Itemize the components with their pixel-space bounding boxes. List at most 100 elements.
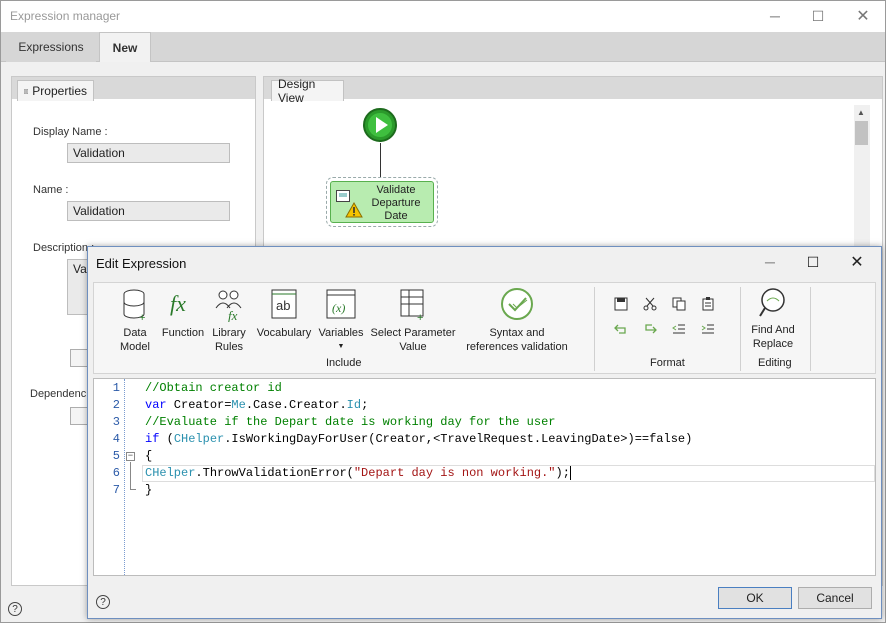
properties-icon — [24, 88, 29, 94]
line-number: 6 — [112, 466, 120, 480]
indent-icon[interactable] — [701, 323, 715, 335]
line-number: 4 — [112, 432, 120, 446]
task-icon — [336, 190, 350, 202]
function-button[interactable]: fx Function — [160, 288, 206, 340]
vocabulary-icon: ab — [271, 289, 297, 319]
ribbon-separator — [594, 287, 595, 371]
library-rules-icon: fx — [215, 290, 242, 322]
variables-dropdown-icon[interactable]: ▼ — [338, 340, 345, 354]
svg-text:(x): (x) — [332, 301, 345, 315]
line-number: 7 — [112, 483, 120, 497]
line-number: 2 — [112, 398, 120, 412]
start-event-icon[interactable] — [362, 107, 398, 143]
activity-label: Validate Departure Date — [371, 184, 421, 222]
code-line-2: var Creator=Me.Case.Creator.Id; — [145, 398, 369, 412]
dialog-minimize-icon[interactable]: ─ — [748, 247, 792, 277]
select-parameter-value-label: Select Parameter Value — [370, 327, 456, 353]
find-and-replace-button[interactable]: Find And Replace — [746, 287, 800, 351]
name-field[interactable]: Validation — [67, 201, 230, 221]
tab-properties[interactable]: Properties — [17, 80, 94, 101]
scrollbar-thumb[interactable] — [855, 121, 868, 145]
properties-tab-label: Properties — [32, 84, 87, 98]
minimize-icon[interactable]: ─ — [753, 1, 797, 31]
syntax-validation-label: Syntax and references validation — [466, 327, 568, 353]
outer-help-icon[interactable]: ? — [8, 602, 22, 616]
close-icon[interactable]: ✕ — [841, 1, 885, 31]
find-replace-icon — [759, 288, 785, 317]
outer-titlebar: Expression manager ─ ☐ ✕ — [1, 1, 885, 32]
cancel-button[interactable]: Cancel — [798, 587, 872, 609]
svg-text:fx: fx — [228, 308, 238, 322]
design-view-scrollbar[interactable]: ▲ — [854, 105, 870, 250]
data-model-button[interactable]: + Data Model — [115, 288, 155, 354]
ok-button[interactable]: OK — [718, 587, 792, 609]
fold-line — [130, 462, 131, 489]
syntax-validation-button[interactable]: Syntax and references validation — [462, 288, 572, 354]
svg-text:fx: fx — [170, 291, 186, 316]
name-label: Name : — [33, 184, 69, 196]
activity-validate-departure[interactable]: Validate Departure Date — [326, 177, 438, 227]
database-icon: + — [123, 289, 145, 322]
copy-icon[interactable] — [672, 297, 686, 311]
tab-new[interactable]: New — [99, 32, 151, 62]
format-group-label: Format — [650, 357, 685, 369]
maximize-icon[interactable]: ☐ — [796, 1, 840, 31]
gutter-guide — [124, 379, 125, 575]
dialog-maximize-icon[interactable]: ☐ — [791, 247, 835, 277]
variables-icon: (x) — [326, 289, 356, 319]
svg-text:+: + — [139, 312, 145, 322]
tab-design-view[interactable]: Design View — [271, 77, 344, 105]
library-rules-button[interactable]: fx Library Rules — [208, 288, 250, 354]
collapse-toggle-icon[interactable]: − — [126, 452, 135, 461]
fold-end — [130, 489, 136, 490]
svg-text:+: + — [417, 312, 423, 322]
description-label: Description : — [33, 242, 95, 254]
line-number: 3 — [112, 415, 120, 429]
dialog-title: Edit Expression — [96, 256, 187, 271]
find-and-replace-label: Find And Replace — [751, 324, 795, 350]
design-view-tab-label: Design View — [278, 77, 316, 105]
dialog-close-icon[interactable]: ✕ — [835, 247, 879, 277]
svg-text:ab: ab — [276, 298, 290, 313]
paste-icon[interactable] — [701, 297, 715, 311]
dialog-help-icon[interactable]: ? — [96, 595, 110, 609]
tab-expressions[interactable]: Expressions — [6, 32, 96, 62]
save-icon[interactable] — [614, 297, 628, 311]
cut-icon[interactable] — [643, 297, 657, 311]
text-cursor: ​ — [569, 466, 571, 480]
function-icon: fx — [170, 291, 186, 316]
design-view-header — [264, 77, 882, 99]
code-line-1: //Obtain creator id — [145, 381, 282, 395]
ribbon: + Data Model fx Function fx Library Rule… — [93, 282, 876, 374]
vocabulary-button[interactable]: ab Vocabulary — [254, 288, 314, 340]
line-number: 1 — [112, 381, 120, 395]
select-parameter-icon: + — [400, 289, 424, 322]
outer-window-title: Expression manager — [10, 9, 121, 23]
flow-connector — [380, 143, 381, 177]
display-name-label: Display Name : — [33, 126, 108, 138]
edit-expression-dialog: Edit Expression ─ ☐ ✕ + Data Model fx Fu… — [87, 246, 882, 619]
code-line-4: if (CHelper.IsWorkingDayForUser(Creator,… — [145, 432, 693, 446]
code-editor[interactable]: 1 2 3 4 5 6 7 − //Obtain creator id var … — [93, 378, 876, 576]
ribbon-separator-3 — [810, 287, 811, 371]
select-parameter-value-button[interactable]: + Select Parameter Value — [370, 288, 456, 354]
dependencies-label: Dependenc — [30, 388, 87, 400]
editing-group-label: Editing — [758, 357, 792, 369]
function-label: Function — [161, 327, 205, 339]
include-group-label: Include — [326, 357, 362, 369]
display-name-field[interactable]: Validation — [67, 143, 230, 163]
validation-check-icon — [501, 288, 533, 320]
line-number: 5 — [112, 449, 120, 463]
vocabulary-label: Vocabulary — [256, 327, 312, 339]
redo-icon[interactable] — [643, 323, 657, 335]
ribbon-separator-2 — [740, 287, 741, 371]
code-line-7: } — [145, 483, 153, 497]
data-model-label: Data Model — [120, 327, 150, 353]
outdent-icon[interactable] — [672, 323, 686, 335]
library-rules-label: Library Rules — [212, 327, 246, 353]
code-line-3: //Evaluate if the Depart date is working… — [145, 415, 556, 429]
scroll-up-icon[interactable]: ▲ — [857, 108, 865, 117]
variables-button[interactable]: (x) Variables ▼ — [316, 288, 366, 354]
code-line-6: CHelper.ThrowValidationError("Depart day… — [145, 466, 571, 480]
undo-icon[interactable] — [614, 323, 628, 335]
